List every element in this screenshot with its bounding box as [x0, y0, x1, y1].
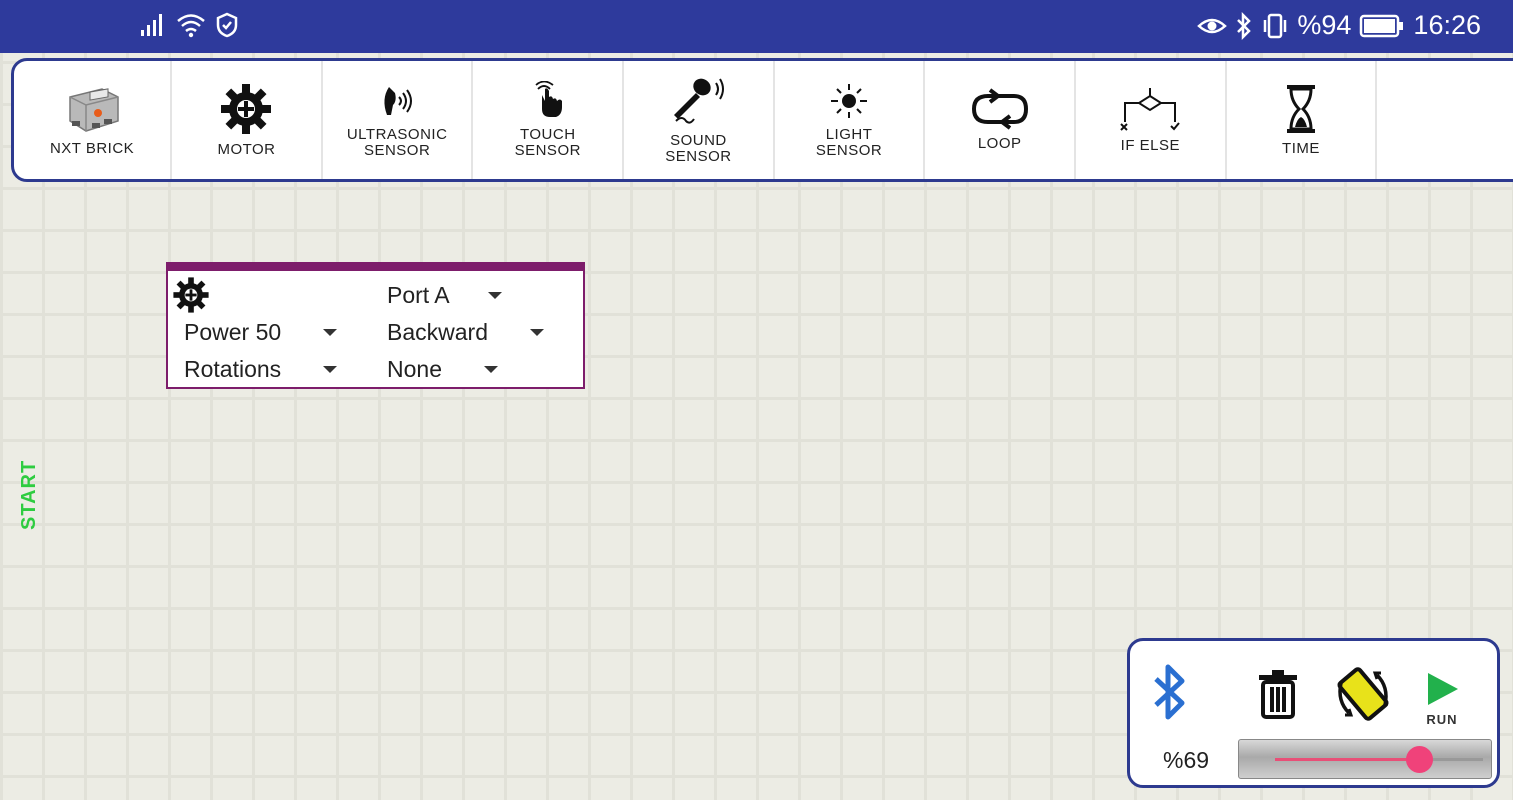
battery-percent: %94: [1297, 10, 1352, 40]
shield-icon: [216, 12, 238, 38]
wifi-icon: [177, 14, 205, 38]
speed-slider[interactable]: [1238, 739, 1492, 779]
chevron-down-icon: [483, 366, 498, 373]
control-panel: RUN %69: [1127, 638, 1500, 788]
start-label: START: [18, 459, 40, 530]
palette-label: SOUND SENSOR: [665, 132, 732, 165]
trash-icon: [1259, 670, 1297, 719]
status-bar: %94 16:26: [0, 0, 1513, 53]
status-right-icons: %94 16:26: [1197, 10, 1481, 41]
chevron-down-icon: [487, 292, 502, 299]
palette-loop[interactable]: LOOP: [925, 61, 1077, 179]
port-value: Port A: [387, 282, 450, 308]
palette-label: TOUCH SENSOR: [514, 126, 581, 159]
light-icon: [831, 84, 868, 118]
signal-icon: [141, 14, 162, 36]
palette-label: NXT BRICK: [49, 140, 135, 157]
run-button[interactable]: RUN: [1424, 671, 1460, 727]
battery-icon: [1360, 14, 1404, 37]
touch-hand-icon: [535, 81, 562, 117]
power-select[interactable]: Power 50: [184, 319, 338, 346]
motor-block[interactable]: Port A Power 50 Backward Rotations None: [166, 262, 585, 389]
palette-nxt-brick[interactable]: NXT BRICK: [14, 61, 173, 179]
slider-thumb[interactable]: [1406, 746, 1433, 773]
palette-touch-sensor[interactable]: TOUCH SENSOR: [473, 61, 625, 179]
delete-button[interactable]: [1257, 669, 1299, 724]
palette-label: IF ELSE: [1120, 137, 1181, 154]
palette-more[interactable]: [1377, 61, 1513, 179]
power-value: Power 50: [184, 319, 282, 345]
stop-value: None: [387, 356, 442, 382]
block-palette: NXT BRICK MOTOR ULTRASONIC SENSOR TOUCH …: [11, 58, 1513, 182]
gear-icon: [173, 277, 209, 313]
hourglass-icon: [1286, 85, 1315, 133]
vibrate-icon: [1264, 13, 1287, 38]
speed-label: %69: [1163, 747, 1210, 773]
direction-value: Backward: [387, 319, 488, 345]
app-root: %94 16:26 NXT BRICK MOTOR ULTRASONIC SEN…: [0, 0, 1513, 800]
eye-icon: [1197, 18, 1228, 33]
palette-light-sensor[interactable]: LIGHT SENSOR: [775, 61, 926, 179]
clock: 16:26: [1413, 10, 1481, 40]
palette-label: LOOP: [977, 135, 1022, 152]
slider-fill: [1275, 758, 1419, 761]
palette-motor[interactable]: MOTOR: [172, 61, 323, 179]
palette-label: TIME: [1282, 140, 1320, 157]
palette-ultrasonic-sensor[interactable]: ULTRASONIC SENSOR: [323, 61, 474, 179]
port-select[interactable]: Port A: [387, 282, 502, 309]
gear-icon: [221, 84, 272, 134]
bluetooth-status-icon: [1237, 11, 1252, 40]
bluetooth-icon: [1154, 664, 1185, 720]
rotate-button[interactable]: [1335, 665, 1391, 728]
run-label: RUN: [1426, 712, 1458, 727]
mode-value: Rotations: [184, 356, 282, 382]
palette-label: LIGHT SENSOR: [815, 126, 883, 159]
palette-label: MOTOR: [217, 141, 276, 158]
ultrasonic-icon: [384, 87, 413, 115]
if-else-icon: [1120, 88, 1181, 131]
chevron-down-icon: [323, 366, 338, 373]
palette-time[interactable]: TIME: [1227, 61, 1378, 179]
loop-icon: [971, 88, 1028, 130]
mode-select[interactable]: Rotations: [184, 356, 338, 383]
direction-select[interactable]: Backward: [387, 319, 544, 346]
chevron-down-icon: [529, 329, 544, 336]
palette-label: ULTRASONIC SENSOR: [346, 126, 448, 159]
screen-rotation-icon: [1337, 667, 1389, 721]
palette-sound-sensor[interactable]: SOUND SENSOR: [624, 61, 775, 179]
play-icon: [1428, 673, 1458, 705]
microphone-icon: [674, 78, 725, 124]
chevron-down-icon: [323, 329, 338, 336]
palette-if-else[interactable]: IF ELSE: [1076, 61, 1227, 179]
slider-rail: [1275, 746, 1483, 773]
status-left-icons: [140, 12, 238, 38]
bluetooth-button[interactable]: [1152, 663, 1188, 726]
nxt-brick-icon: [69, 88, 119, 132]
stop-select[interactable]: None: [387, 356, 498, 383]
